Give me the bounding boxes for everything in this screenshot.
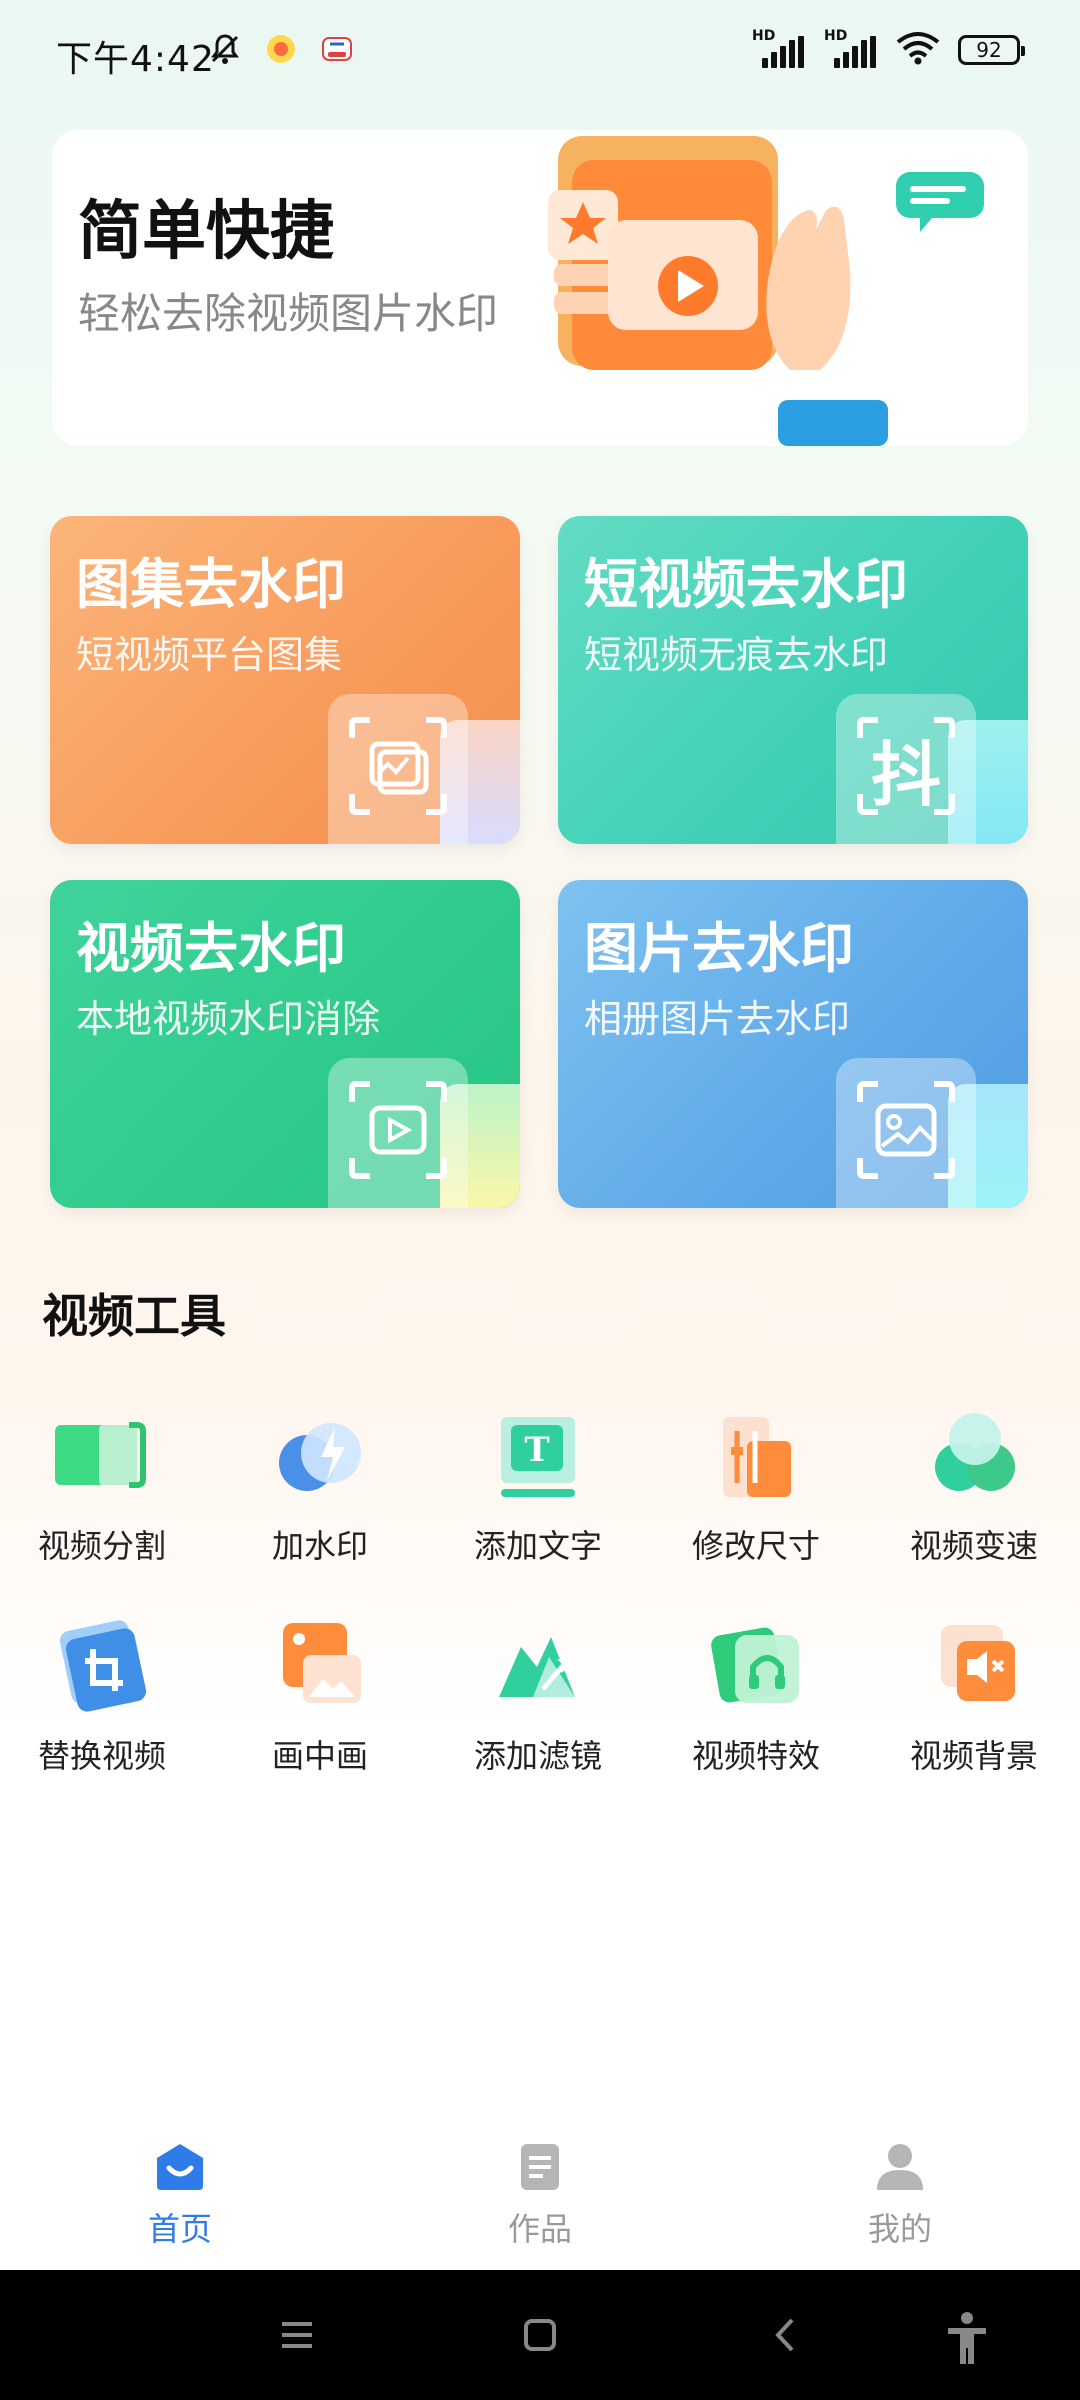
- resize-icon: [701, 1405, 811, 1505]
- document-icon: [513, 2140, 567, 2194]
- home-square-icon[interactable]: [515, 2310, 565, 2360]
- tool-label: 视频背景: [909, 1737, 1038, 1775]
- card-title: 视频去水印: [76, 917, 346, 980]
- banner-illustration: [548, 136, 984, 446]
- status-notification-icons: [206, 30, 356, 68]
- battery-level: 92: [976, 38, 1002, 62]
- user-icon: [873, 2140, 927, 2194]
- card-gallery-watermark[interactable]: 图集去水印 短视频平台图集: [50, 516, 520, 844]
- tool-video-split[interactable]: 视频分割: [12, 1405, 192, 1567]
- promo-banner[interactable]: 简单快捷 轻松去除视频图片水印: [52, 130, 1028, 446]
- replace-icon: [47, 1615, 157, 1715]
- tool-resize[interactable]: 修改尺寸: [666, 1405, 846, 1567]
- split-icon: [47, 1405, 157, 1505]
- tool-label: 替换视频: [37, 1737, 166, 1775]
- banner-title: 简单快捷: [78, 195, 334, 269]
- status-time: 下午4:42: [56, 39, 215, 80]
- tool-picture-in-picture[interactable]: 画中画: [230, 1615, 410, 1777]
- nav-mine-label: 我的: [867, 2210, 932, 2248]
- bell-muted-icon: [206, 30, 244, 68]
- nav-home[interactable]: 首页: [80, 2140, 280, 2250]
- effects-icon: [701, 1615, 811, 1715]
- cloud-app-icon: [318, 30, 356, 68]
- accessibility-icon[interactable]: [942, 2310, 992, 2364]
- app-notification-icon: [262, 30, 300, 68]
- nav-mine[interactable]: 我的: [800, 2140, 1000, 2250]
- tool-video-effects[interactable]: 视频特效: [666, 1615, 846, 1777]
- card-video-watermark[interactable]: 视频去水印 本地视频水印消除: [50, 880, 520, 1208]
- tool-label: 添加滤镜: [473, 1737, 602, 1775]
- battery-icon: 92: [958, 35, 1025, 65]
- douyin-icon: 抖: [836, 694, 976, 844]
- card-subtitle: 短视频平台图集: [76, 633, 343, 677]
- home-icon: [153, 2140, 207, 2194]
- card-title: 短视频去水印: [584, 553, 908, 616]
- cell-signal-icon: HD: [824, 28, 878, 70]
- nav-works-label: 作品: [507, 2210, 572, 2248]
- speed-icon: [919, 1405, 1029, 1505]
- card-title: 图片去水印: [584, 917, 854, 980]
- svg-text:T: T: [524, 1430, 549, 1470]
- tool-label: 加水印: [271, 1527, 368, 1565]
- tool-label: 画中画: [271, 1737, 368, 1775]
- tool-label: 视频特效: [691, 1737, 820, 1775]
- gallery-icon: [328, 694, 468, 844]
- tool-replace-video[interactable]: 替换视频: [12, 1615, 192, 1777]
- tool-add-watermark[interactable]: 加水印: [230, 1405, 410, 1567]
- cell-signal-icon: HD: [752, 28, 806, 70]
- tool-label: 视频分割: [37, 1527, 166, 1565]
- status-bar: 下午4:42 HD HD 92: [0, 0, 1080, 110]
- nav-home-label: 首页: [147, 2210, 212, 2248]
- douyin-glyph: 抖: [871, 733, 941, 816]
- card-subtitle: 短视频无痕去水印: [584, 633, 889, 677]
- system-nav-bar: [0, 2270, 1080, 2400]
- nav-works[interactable]: 作品: [440, 2140, 640, 2250]
- status-system-icons: HD HD 92: [752, 28, 1025, 70]
- bottom-nav: 首页 作品 我的: [0, 2110, 1080, 2270]
- back-icon[interactable]: [762, 2310, 812, 2360]
- tool-label: 修改尺寸: [691, 1527, 820, 1565]
- tool-add-filter[interactable]: 添加滤镜: [448, 1615, 628, 1777]
- play-icon: [328, 1058, 468, 1208]
- pip-icon: [265, 1615, 375, 1715]
- background-icon: [919, 1615, 1029, 1715]
- watermark-icon: [265, 1405, 375, 1505]
- tool-video-speed[interactable]: 视频变速: [884, 1405, 1064, 1567]
- menu-icon[interactable]: [272, 2310, 322, 2360]
- card-subtitle: 相册图片去水印: [584, 997, 851, 1041]
- image-icon: [836, 1058, 976, 1208]
- tool-label: 视频变速: [909, 1527, 1038, 1565]
- tool-video-background[interactable]: 视频背景: [884, 1615, 1064, 1777]
- tool-label: 添加文字: [473, 1527, 602, 1565]
- tool-add-text[interactable]: T 添加文字: [448, 1405, 628, 1567]
- text-icon: T: [483, 1405, 593, 1505]
- card-short-video-watermark[interactable]: 短视频去水印 短视频无痕去水印 抖: [558, 516, 1028, 844]
- section-title-video-tools: 视频工具: [42, 1289, 226, 1343]
- filter-icon: [483, 1615, 593, 1715]
- banner-subtitle: 轻松去除视频图片水印: [78, 289, 499, 338]
- card-image-watermark[interactable]: 图片去水印 相册图片去水印: [558, 880, 1028, 1208]
- card-title: 图集去水印: [76, 553, 346, 616]
- wifi-icon: [896, 30, 940, 70]
- card-subtitle: 本地视频水印消除: [76, 997, 381, 1041]
